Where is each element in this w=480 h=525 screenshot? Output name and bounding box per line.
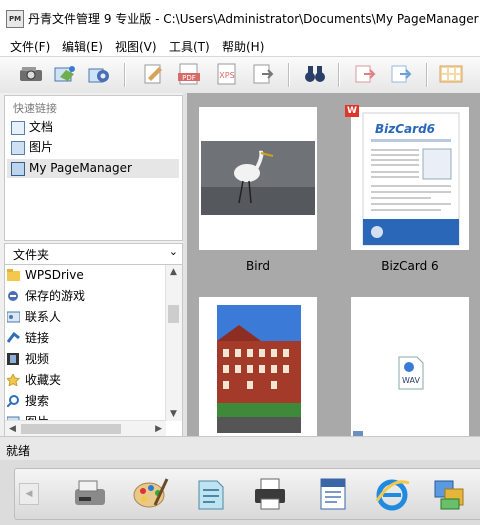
quick-link-label: 文档	[29, 120, 54, 134]
folder-item-videos[interactable]: 视频	[5, 349, 165, 370]
link-icon	[7, 332, 20, 343]
folder-item-label: 链接	[25, 331, 50, 345]
svg-text:XPS: XPS	[219, 71, 234, 80]
folder-item-label: 联系人	[25, 310, 62, 324]
folder-window-icon	[11, 162, 25, 176]
binoculars-find-icon[interactable]	[302, 62, 328, 86]
folder-tree-vertical-scrollbar[interactable]: ▲ ▼	[165, 265, 182, 421]
folder-item-wpsdrive[interactable]: WPSDrive	[5, 265, 165, 286]
quick-link-pictures[interactable]: 图片	[7, 138, 179, 157]
status-text: 就绪	[6, 444, 31, 458]
chevron-down-icon[interactable]: ⌄	[169, 245, 178, 258]
settings-gear-icon[interactable]	[86, 62, 112, 86]
edit-document-icon[interactable]	[140, 62, 166, 86]
folder-item-label: WPSDrive	[25, 268, 84, 282]
scroll-right-arrow-icon[interactable]: ▶	[155, 424, 162, 434]
scroll-up-arrow-icon[interactable]: ▲	[170, 267, 177, 277]
folder-item-label: 视频	[25, 352, 50, 366]
folder-tree-horizontal-scrollbar[interactable]: ◀ ▶	[5, 420, 166, 437]
svg-text:BizCard6: BizCard6	[375, 122, 435, 136]
window-title: 丹青文件管理 9 专业版 - C:\Users\Administrator\Do…	[28, 12, 479, 26]
fax-icon[interactable]	[71, 475, 109, 513]
scroll-down-arrow-icon[interactable]: ▼	[170, 409, 177, 419]
printer-icon[interactable]	[251, 475, 289, 513]
quick-link-label: 图片	[29, 140, 54, 154]
folder-item-label: 搜索	[25, 394, 50, 408]
send-to-dock: ◀	[14, 468, 480, 520]
toolbar: PDF XPS	[0, 56, 480, 94]
document-icon	[11, 121, 25, 135]
pdf-icon[interactable]: PDF	[176, 62, 202, 86]
status-bar: 就绪	[0, 436, 480, 461]
thumbnail-label: Bird	[246, 259, 270, 273]
export-icon[interactable]	[250, 62, 276, 86]
send-to-bar: ◀	[0, 460, 480, 525]
menu-edit[interactable]: 编辑(E)	[62, 38, 103, 55]
window-tiles-icon[interactable]	[431, 475, 469, 513]
folder-tree-header[interactable]: 文件夹 ⌄	[4, 243, 183, 265]
folder-item-label: 保存的游戏	[25, 289, 86, 303]
thumbnail-view-icon[interactable]	[438, 62, 464, 86]
wps-badge-icon: W	[345, 105, 359, 117]
notepad-icon[interactable]	[191, 475, 229, 513]
thumbnail-card-bizcard6[interactable]: BizCard6 W	[345, 105, 469, 250]
picture-icon	[11, 141, 25, 155]
word-document-icon[interactable]	[313, 475, 351, 513]
quick-link-my-pagemanager[interactable]: My PageManager	[7, 159, 179, 178]
scroll-left-arrow-icon[interactable]: ◀	[9, 424, 16, 434]
send-icon[interactable]	[352, 62, 378, 86]
transfer-icon[interactable]	[388, 62, 414, 86]
quick-link-documents[interactable]: 文档	[7, 118, 179, 137]
svg-text:WAV: WAV	[402, 376, 420, 385]
menu-view[interactable]: 视图(V)	[115, 38, 157, 55]
dock-scroll-left-icon[interactable]: ◀	[19, 483, 39, 505]
internet-explorer-icon[interactable]	[373, 475, 411, 513]
folder-item-links[interactable]: 链接	[5, 328, 165, 349]
bird-photo-thumbnail	[201, 141, 315, 215]
folder-tree: WPSDrive 保存的游戏 联系人 链接 视频 收藏夹 搜索 图片	[4, 264, 183, 438]
favorites-star-icon	[7, 374, 20, 386]
folder-icon	[7, 269, 20, 281]
menu-tools[interactable]: 工具(T)	[169, 38, 210, 55]
folder-item-favorites[interactable]: 收藏夹	[5, 370, 165, 391]
thumbnail-card-wav[interactable]: WAV	[351, 297, 469, 436]
thumbnail-card-bird[interactable]	[199, 107, 317, 250]
quick-link-label: My PageManager	[29, 161, 132, 175]
horizontal-scroll-thumb[interactable]	[21, 424, 121, 434]
folder-item-search[interactable]: 搜索	[5, 391, 165, 412]
thumbnail-card-building-photo[interactable]	[199, 297, 317, 436]
contacts-icon	[7, 311, 20, 323]
menu-help[interactable]: 帮助(H)	[222, 38, 264, 55]
vertical-scroll-thumb[interactable]	[168, 305, 179, 323]
thumbnail-pane: Bird BizCard6 W BizCard 6 WAV	[187, 93, 480, 436]
video-icon	[7, 353, 19, 365]
folder-item-contacts[interactable]: 联系人	[5, 307, 165, 328]
acquire-image-icon[interactable]	[52, 62, 78, 86]
saved-games-icon	[8, 291, 18, 301]
folder-item-saved-games[interactable]: 保存的游戏	[5, 286, 165, 307]
folder-tree-title: 文件夹	[13, 248, 50, 262]
title-bar: PM 丹青文件管理 9 专业版 - C:\Users\Administrator…	[0, 0, 480, 36]
folder-item-label: 收藏夹	[25, 373, 62, 387]
thumbnail-label: BizCard 6	[381, 259, 439, 273]
paint-palette-icon[interactable]	[131, 475, 169, 513]
scanner-icon[interactable]	[18, 62, 44, 86]
bizcard-document-thumbnail: BizCard6	[362, 112, 460, 246]
xps-icon[interactable]: XPS	[214, 62, 240, 86]
quick-links-header: 快速链接	[13, 102, 57, 115]
navigation-pane: 快速链接 文档 图片 My PageManager 文件夹 ⌄ WPSDrive…	[0, 93, 183, 438]
search-icon	[7, 395, 19, 407]
svg-text:PDF: PDF	[182, 74, 196, 82]
menu-bar: 文件(F) 编辑(E) 视图(V) 工具(T) 帮助(H)	[0, 36, 480, 56]
building-photo-thumbnail	[217, 305, 301, 433]
menu-file[interactable]: 文件(F)	[10, 38, 50, 55]
app-icon[interactable]: PM	[6, 10, 24, 28]
wav-file-icon: WAV	[353, 356, 424, 436]
quick-links-panel: 快速链接 文档 图片 My PageManager	[4, 95, 183, 241]
